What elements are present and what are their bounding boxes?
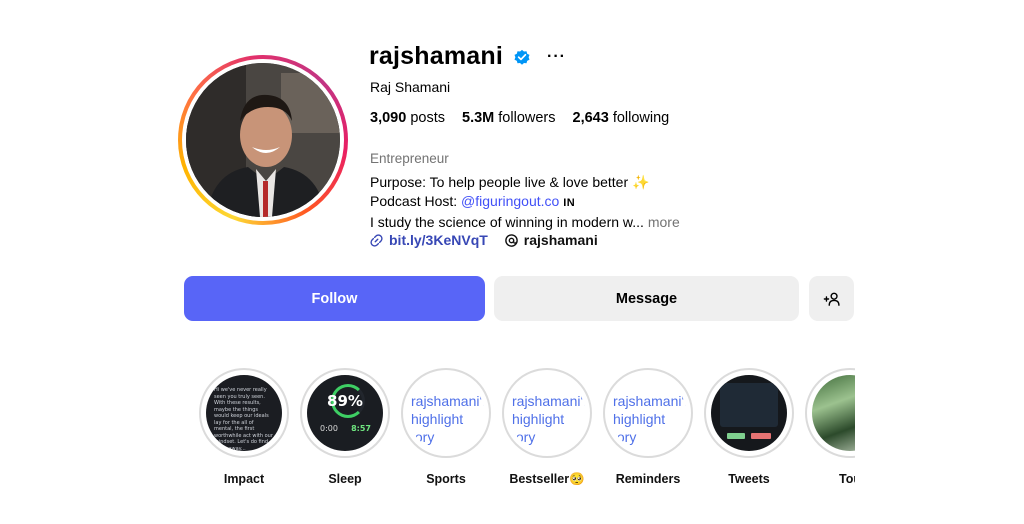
bio-line-2: Podcast Host: @figuringout.co IN: [370, 192, 680, 213]
sparkles-emoji: ✨: [632, 174, 650, 190]
highlight-label: Sleep: [328, 472, 362, 486]
highlight-label: Tou: [839, 472, 855, 486]
tweet-tag-green: [727, 433, 745, 439]
username: rajshamani: [369, 42, 504, 70]
highlight-label: Sports: [426, 472, 466, 486]
placeholder-line: rajshamani'.: [512, 393, 585, 409]
highlight-ring: rajshamani'. highlight tory: [401, 368, 491, 458]
highlight-sleep[interactable]: 89% 0:00 8:57 Sleep: [300, 368, 390, 486]
avatar-border: [182, 59, 344, 221]
bio-mention-link[interactable]: @figuringout.co: [461, 193, 559, 209]
highlight-ring: Hi we've never really seen you truly see…: [199, 368, 289, 458]
highlight-cover-sports: rajshamani'. highlight tory: [408, 375, 484, 451]
suggested-accounts-button[interactable]: [809, 276, 854, 321]
placeholder-line: highlight: [411, 411, 464, 427]
username-row: rajshamani ···: [369, 42, 566, 71]
sleep-time-end: 8:57: [351, 424, 371, 433]
bio-line-1: Purpose: To help people live & love bett…: [370, 173, 680, 192]
bio-purpose-text: Purpose: To help people live & love bett…: [370, 174, 629, 190]
external-link-text: bit.ly/3KeNVqT: [389, 232, 488, 248]
highlight-label: Tweets: [728, 472, 770, 486]
bio-country-tag: IN: [563, 197, 576, 209]
highlight-sports[interactable]: rajshamani'. highlight tory Sports: [401, 368, 491, 486]
highlight-label: Reminders: [615, 472, 681, 486]
posts-count: 3,090 posts: [370, 110, 445, 126]
verified-badge-icon: [514, 49, 530, 65]
placeholder-line: tory: [613, 429, 637, 445]
profile-bio: Purpose: To help people live & love bett…: [370, 173, 680, 232]
highlight-impact[interactable]: Hi we've never really seen you truly see…: [199, 368, 289, 486]
message-button[interactable]: Message: [494, 276, 799, 321]
bio-more-link[interactable]: more: [648, 214, 680, 230]
bio-study-text: I study the science of winning in modern…: [370, 214, 644, 230]
highlight-bestseller[interactable]: rajshamani'. highlight tory Bestseller🥺: [502, 368, 592, 487]
add-person-icon: [823, 292, 840, 306]
sleep-percent: 89%: [327, 392, 363, 410]
highlight-reminders[interactable]: rajshamani'. highlight tory Reminders: [603, 368, 693, 486]
following-count[interactable]: 2,643 following: [573, 110, 670, 126]
bio-podcast-text: Podcast Host:: [370, 193, 462, 209]
threads-icon: [504, 233, 518, 247]
profile-page: rajshamani ··· Raj Shamani 3,090 posts 5…: [0, 0, 1024, 524]
followers-label: followers: [498, 110, 556, 126]
highlight-label: Bestseller🥺: [509, 472, 585, 486]
highlight-ring: rajshamani'. highlight tory: [502, 368, 592, 458]
profile-links: bit.ly/3KeNVqT rajshamani: [369, 232, 598, 248]
story-highlights: Hi we've never really seen you truly see…: [0, 368, 855, 498]
highlight-tour[interactable]: Tou: [805, 368, 855, 486]
threads-link[interactable]: rajshamani: [504, 232, 598, 248]
highlight-cover-impact: Hi we've never really seen you truly see…: [206, 375, 282, 451]
placeholder-line: tory: [512, 429, 536, 445]
placeholder-line: rajshamani'.: [613, 393, 686, 409]
posts-value: 3,090: [370, 110, 407, 126]
highlight-cover-sleep: 89% 0:00 8:57: [307, 375, 383, 451]
highlight-label: Impact: [223, 472, 265, 486]
highlight-ring: 89% 0:00 8:57: [300, 368, 390, 458]
profile-stats: 3,090 posts 5.3M followers 2,643 followi…: [370, 110, 669, 126]
tweet-tag-red: [751, 433, 771, 439]
follow-button[interactable]: Follow: [184, 276, 485, 321]
highlight-cover-tweets: [711, 375, 787, 451]
bio-line-3: I study the science of winning in modern…: [370, 213, 680, 232]
followers-value: 5.3M: [462, 110, 495, 126]
highlight-ring: [805, 368, 855, 458]
profile-category: Entrepreneur: [370, 151, 449, 166]
posts-label: posts: [410, 110, 445, 126]
tweet-card: [720, 383, 778, 427]
followers-count[interactable]: 5.3M followers: [462, 110, 556, 126]
placeholder-line: rajshamani'.: [411, 393, 484, 409]
following-value: 2,643: [572, 110, 609, 126]
threads-handle-text: rajshamani: [523, 232, 598, 248]
full-name: Raj Shamani: [370, 79, 451, 95]
highlight-cover-tour: [812, 375, 855, 451]
highlight-tweets[interactable]: Tweets: [704, 368, 794, 486]
profile-avatar-story-ring[interactable]: [178, 55, 348, 225]
sleep-time-start: 0:00: [320, 424, 338, 433]
placeholder-line: tory: [411, 429, 435, 445]
following-label: following: [612, 110, 670, 126]
external-link[interactable]: bit.ly/3KeNVqT: [369, 232, 488, 248]
highlight-ring: rajshamani'. highlight tory: [603, 368, 693, 458]
placeholder-line: highlight: [512, 411, 565, 427]
highlight-ring: [704, 368, 794, 458]
avatar-photo: [186, 63, 340, 217]
options-more-icon[interactable]: ···: [547, 48, 566, 66]
placeholder-line: highlight: [613, 411, 666, 427]
avatar[interactable]: [186, 63, 340, 217]
highlight-cover-reminders: rajshamani'. highlight tory: [610, 375, 686, 451]
highlight-cover-bestseller: rajshamani'. highlight tory: [509, 375, 585, 451]
link-icon: [370, 233, 383, 247]
